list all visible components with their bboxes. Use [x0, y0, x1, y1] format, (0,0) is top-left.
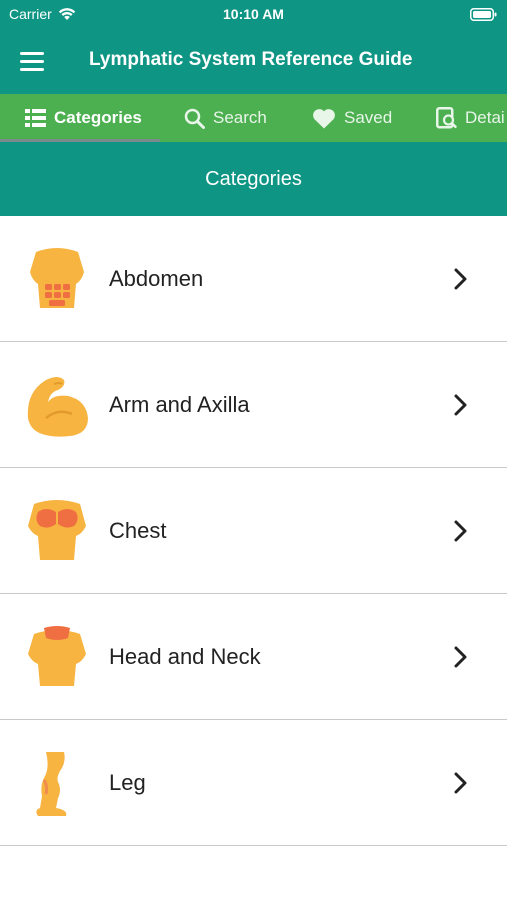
tab-label: Detai [465, 108, 505, 127]
battery-icon [470, 8, 497, 26]
app-title: Lymphatic System Reference Guide [89, 49, 413, 70]
status-bar: Carrier 10:10 AM [0, 0, 507, 28]
tab-search[interactable]: Search [184, 94, 267, 142]
category-label: Abdomen [109, 266, 204, 291]
tab-details[interactable]: Detai [436, 94, 505, 142]
leg-icon [36, 752, 67, 816]
details-icon [436, 107, 457, 129]
arm-icon [27, 377, 88, 437]
clock: 10:10 AM [223, 6, 284, 22]
chevron-right-icon [454, 772, 467, 794]
chevron-right-icon [454, 646, 467, 668]
hamburger-icon [20, 51, 44, 55]
app-bar: Lymphatic System Reference Guide [0, 28, 507, 94]
category-label: Arm and Axilla [109, 392, 250, 417]
tab-label: Categories [54, 108, 142, 127]
chevron-right-icon [454, 394, 467, 416]
tab-bar: Categories Search Saved Detai [0, 94, 507, 142]
section-title: Categories [205, 167, 302, 190]
category-row-arm-and-axilla[interactable]: Arm and Axilla [0, 342, 507, 468]
category-label: Leg [109, 770, 146, 795]
tab-categories[interactable]: Categories [25, 94, 142, 142]
chest-icon [28, 500, 86, 560]
category-list: Abdomen Arm and Axilla Chest Head and Ne… [0, 216, 507, 846]
category-row-head-and-neck[interactable]: Head and Neck [0, 594, 507, 720]
tab-label: Search [213, 108, 267, 127]
category-row-leg[interactable]: Leg [0, 720, 507, 846]
menu-button[interactable] [20, 46, 50, 76]
tab-saved[interactable]: Saved [312, 94, 392, 142]
chevron-right-icon [454, 520, 467, 542]
head-neck-icon [28, 626, 86, 686]
category-label: Chest [109, 518, 167, 543]
tab-label: Saved [344, 108, 393, 127]
search-icon [184, 108, 205, 129]
heart-icon [313, 108, 335, 128]
category-row-chest[interactable]: Chest [0, 468, 507, 594]
chevron-right-icon [454, 268, 467, 290]
abdomen-icon [30, 248, 84, 308]
section-header: Categories [0, 142, 507, 216]
category-label: Head and Neck [109, 644, 261, 669]
category-row-abdomen[interactable]: Abdomen [0, 216, 507, 342]
list-icon [25, 109, 46, 127]
